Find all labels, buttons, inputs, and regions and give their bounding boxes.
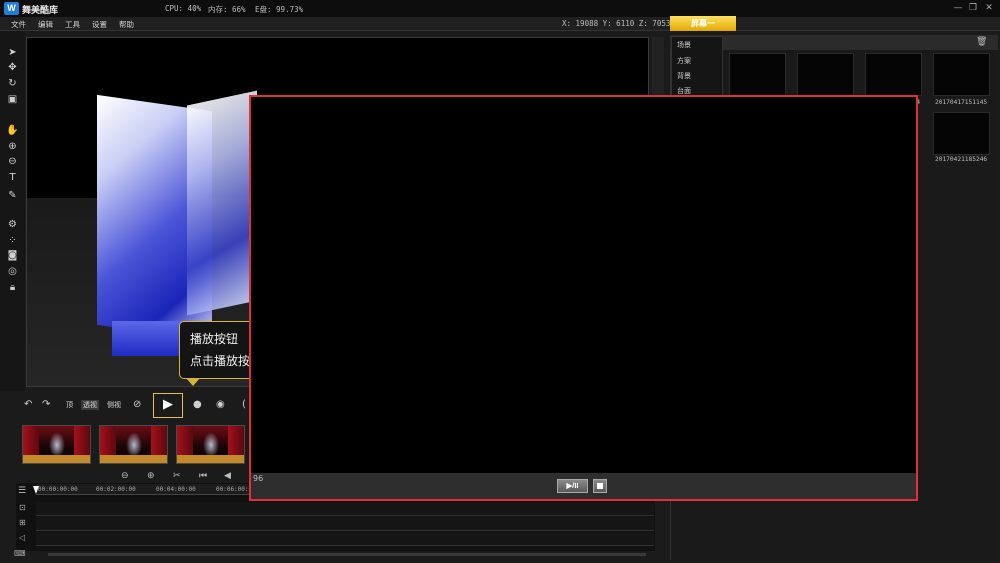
media-thumbnail[interactable]: [729, 53, 786, 96]
timeline-zoom-in-icon[interactable]: ⊕: [147, 471, 155, 481]
play-pause-button[interactable]: ▶/II: [557, 479, 588, 493]
step-back-icon[interactable]: ◀: [224, 471, 231, 481]
screen-one-button[interactable]: 屏幕一: [670, 16, 736, 31]
audio-track-icon: ◁: [19, 533, 26, 542]
redo-icon[interactable]: ↷: [42, 398, 50, 412]
undo-icon[interactable]: ↶: [24, 398, 32, 412]
menu-tools[interactable]: 工具: [65, 19, 80, 30]
app-logo: W: [4, 2, 19, 15]
edit-icon[interactable]: ✎: [6, 189, 19, 202]
tooltip-pointer: [186, 378, 200, 386]
light-track-icon: ⊡: [19, 503, 26, 512]
scene-thumbnail[interactable]: [22, 425, 91, 464]
effect-track-icon: ⊞: [19, 518, 26, 527]
timeline-track[interactable]: [36, 502, 654, 516]
disk-status: E盘: 99.73%: [255, 5, 304, 14]
memory-status: 内存: 66%: [208, 5, 246, 14]
media-thumbnail[interactable]: [933, 112, 990, 155]
cpu-status: CPU: 40%: [165, 4, 202, 13]
timeline-track[interactable]: [36, 532, 654, 546]
scene-thumbnail[interactable]: [176, 425, 245, 464]
category-background[interactable]: 背景: [677, 71, 691, 81]
lock-icon[interactable]: 🔒︎: [6, 281, 19, 294]
timeline-menu-icon[interactable]: ☰: [18, 486, 26, 496]
zoom-in-icon[interactable]: ⊕: [6, 140, 19, 153]
keyboard-icon[interactable]: ⌨: [14, 549, 26, 558]
nodes-icon[interactable]: ⁘: [6, 234, 19, 247]
timeline-track[interactable]: [36, 517, 654, 531]
minimize-icon[interactable]: —: [952, 2, 964, 14]
restore-icon[interactable]: ❐: [967, 2, 979, 14]
move-icon[interactable]: ✥: [6, 61, 19, 74]
media-label: 20170417151145: [935, 99, 988, 106]
media-thumbnail[interactable]: [933, 53, 990, 96]
play-button[interactable]: ▶: [153, 393, 183, 418]
media-label: 20170421185246: [935, 156, 988, 163]
video-player[interactable]: [249, 95, 918, 501]
timeline-zoom-out-icon[interactable]: ⊖: [121, 471, 129, 481]
title-bar: [0, 0, 1000, 17]
target-icon[interactable]: ◎: [6, 265, 19, 278]
eye-icon[interactable]: ◉: [216, 398, 225, 412]
menu-settings[interactable]: 设置: [92, 19, 107, 30]
stop-icon: [597, 483, 603, 489]
video-frame-number: 96: [253, 474, 264, 483]
trash-icon[interactable]: 🗑︎: [976, 37, 987, 48]
category-scene[interactable]: 场景: [677, 40, 691, 50]
glass-panel-model[interactable]: [187, 90, 257, 316]
timeline-tick: 00:04:00:00: [156, 486, 196, 493]
menu-bar: [0, 17, 1000, 31]
menu-help[interactable]: 帮助: [119, 19, 134, 30]
camera-icon[interactable]: ◙: [6, 249, 19, 262]
cut-icon[interactable]: ✂: [173, 471, 181, 481]
media-thumbnail[interactable]: [797, 53, 854, 96]
media-thumbnail[interactable]: [865, 53, 922, 96]
menu-edit[interactable]: 编辑: [38, 19, 53, 30]
category-plan[interactable]: 方案: [677, 56, 691, 66]
zoom-out-icon[interactable]: ⊖: [6, 155, 19, 168]
perspective-view-button[interactable]: 透视: [81, 400, 99, 410]
settings-icon[interactable]: ⚙: [6, 218, 19, 231]
top-view-button[interactable]: 顶: [64, 400, 75, 410]
scene-thumbnail[interactable]: [99, 425, 168, 464]
scale-icon[interactable]: ▣: [6, 93, 19, 106]
timeline-scrollbar[interactable]: [48, 553, 646, 556]
rotate-icon[interactable]: ↻: [6, 77, 19, 90]
loop-icon[interactable]: (: [242, 398, 246, 412]
prev-frame-icon[interactable]: ⏮: [199, 471, 207, 481]
hand-icon[interactable]: ✋: [6, 124, 19, 137]
timeline-tick: 00:02:00:00: [96, 486, 136, 493]
pointer-icon[interactable]: ➤: [6, 46, 19, 59]
close-icon[interactable]: ✕: [983, 2, 995, 14]
text-icon[interactable]: T: [6, 171, 19, 184]
timeline-tick: 00:00:00:00: [38, 486, 78, 493]
stop-button[interactable]: [593, 479, 607, 493]
coordinate-readout: X: 19088 Y: 6110 Z: 7053: [562, 19, 671, 28]
menu-file[interactable]: 文件: [11, 19, 26, 30]
side-view-button[interactable]: 侧视: [105, 400, 123, 410]
refresh-icon[interactable]: ⊘: [133, 398, 141, 412]
app-title: 舞美酷库: [22, 6, 59, 16]
record-icon[interactable]: ●: [193, 398, 202, 412]
